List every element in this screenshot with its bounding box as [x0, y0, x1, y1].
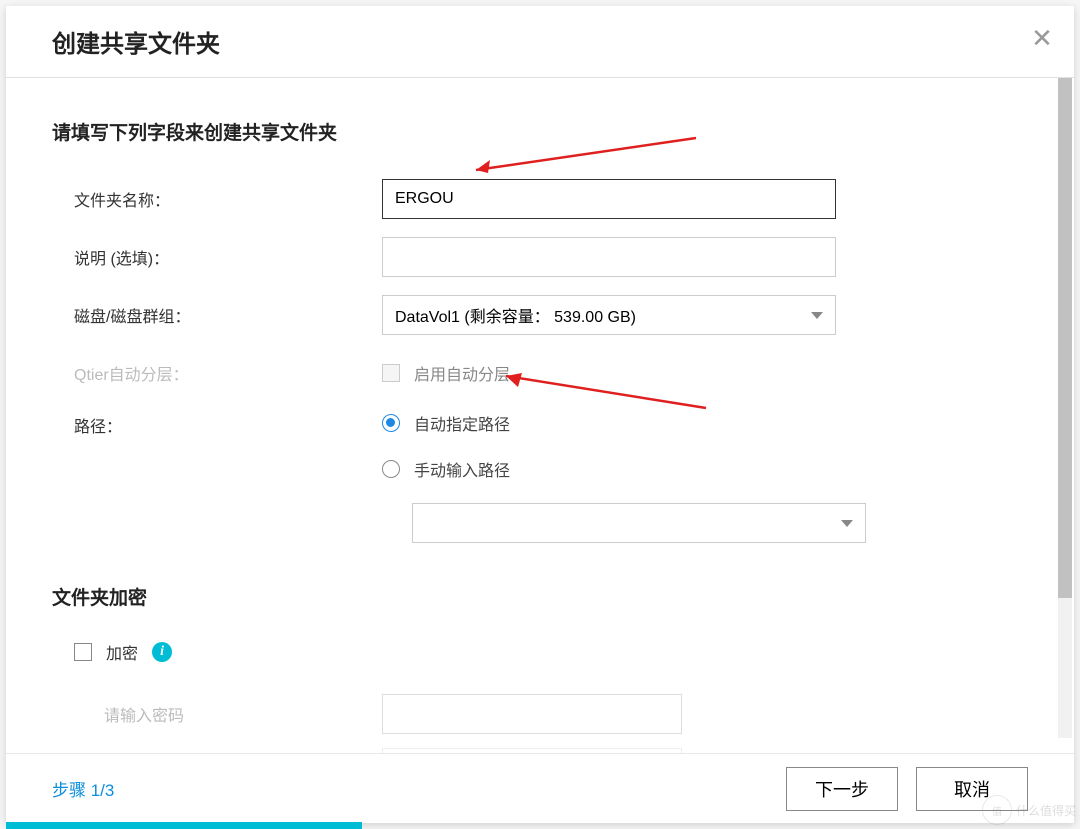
progress-bar [6, 822, 362, 829]
password-label: 请输入密码 [52, 702, 382, 726]
password-input [382, 694, 682, 734]
encrypt-row: 加密 i [52, 640, 1028, 664]
qtier-label: Qtier自动分层： [52, 361, 382, 385]
step-indicator: 步骤 1/3 [52, 776, 114, 801]
dialog-title: 创建共享文件夹 [52, 24, 220, 59]
password-row: 请输入密码 [52, 694, 1028, 734]
path-manual-label: 手动输入路径 [414, 457, 510, 481]
manual-path-select[interactable] [412, 503, 866, 543]
scrollbar-track[interactable] [1058, 78, 1072, 738]
volume-row: 磁盘/磁盘群组： DataVol1 (剩余容量： 539.00 GB) [52, 295, 1028, 335]
encrypt-checkbox[interactable] [74, 643, 92, 661]
section-heading: 请填写下列字段来创建共享文件夹 [52, 118, 1028, 145]
description-row: 说明 (选填)： [52, 237, 1028, 277]
close-icon[interactable]: ✕ [1028, 24, 1056, 52]
path-manual-option[interactable]: 手动输入路径 [382, 457, 836, 481]
path-auto-label: 自动指定路径 [414, 411, 510, 435]
description-input[interactable] [382, 237, 836, 277]
chevron-down-icon [841, 520, 853, 527]
folder-name-label: 文件夹名称： [52, 187, 382, 211]
dialog-header: 创建共享文件夹 ✕ [6, 6, 1074, 78]
folder-name-row: 文件夹名称： [52, 179, 1028, 219]
watermark: 值 什么值得买 [982, 795, 1076, 825]
volume-select-value: DataVol1 (剩余容量： 539.00 GB) [395, 303, 636, 327]
scrollbar-thumb[interactable] [1058, 78, 1072, 598]
description-label: 说明 (选填)： [52, 245, 382, 269]
volume-select[interactable]: DataVol1 (剩余容量： 539.00 GB) [382, 295, 836, 335]
info-icon[interactable]: i [152, 642, 172, 662]
encryption-heading: 文件夹加密 [52, 583, 1028, 610]
qtier-checkbox [382, 364, 400, 382]
create-shared-folder-dialog: 创建共享文件夹 ✕ 请填写下列字段来创建共享文件夹 文件夹名称： 说明 (选填)… [6, 6, 1074, 823]
watermark-text: 什么值得买 [1016, 802, 1076, 819]
qtier-row: Qtier自动分层： 启用自动分层 [52, 353, 1028, 393]
path-row: 路径： 自动指定路径 手动输入路径 [52, 411, 1028, 543]
volume-label: 磁盘/磁盘群组： [52, 303, 382, 327]
dialog-footer: 步骤 1/3 下一步 取消 [6, 753, 1074, 823]
path-auto-option[interactable]: 自动指定路径 [382, 411, 836, 435]
dialog-body[interactable]: 请填写下列字段来创建共享文件夹 文件夹名称： 说明 (选填)： 磁盘/磁盘群组：… [6, 78, 1074, 753]
chevron-down-icon [811, 312, 823, 319]
radio-checked-icon [382, 414, 400, 432]
watermark-logo-icon: 值 [982, 795, 1012, 825]
radio-unchecked-icon [382, 460, 400, 478]
folder-name-input[interactable] [382, 179, 836, 219]
path-label: 路径： [52, 411, 382, 437]
next-button[interactable]: 下一步 [786, 767, 898, 811]
qtier-checkbox-label: 启用自动分层 [414, 361, 510, 385]
encrypt-label: 加密 [106, 640, 138, 664]
